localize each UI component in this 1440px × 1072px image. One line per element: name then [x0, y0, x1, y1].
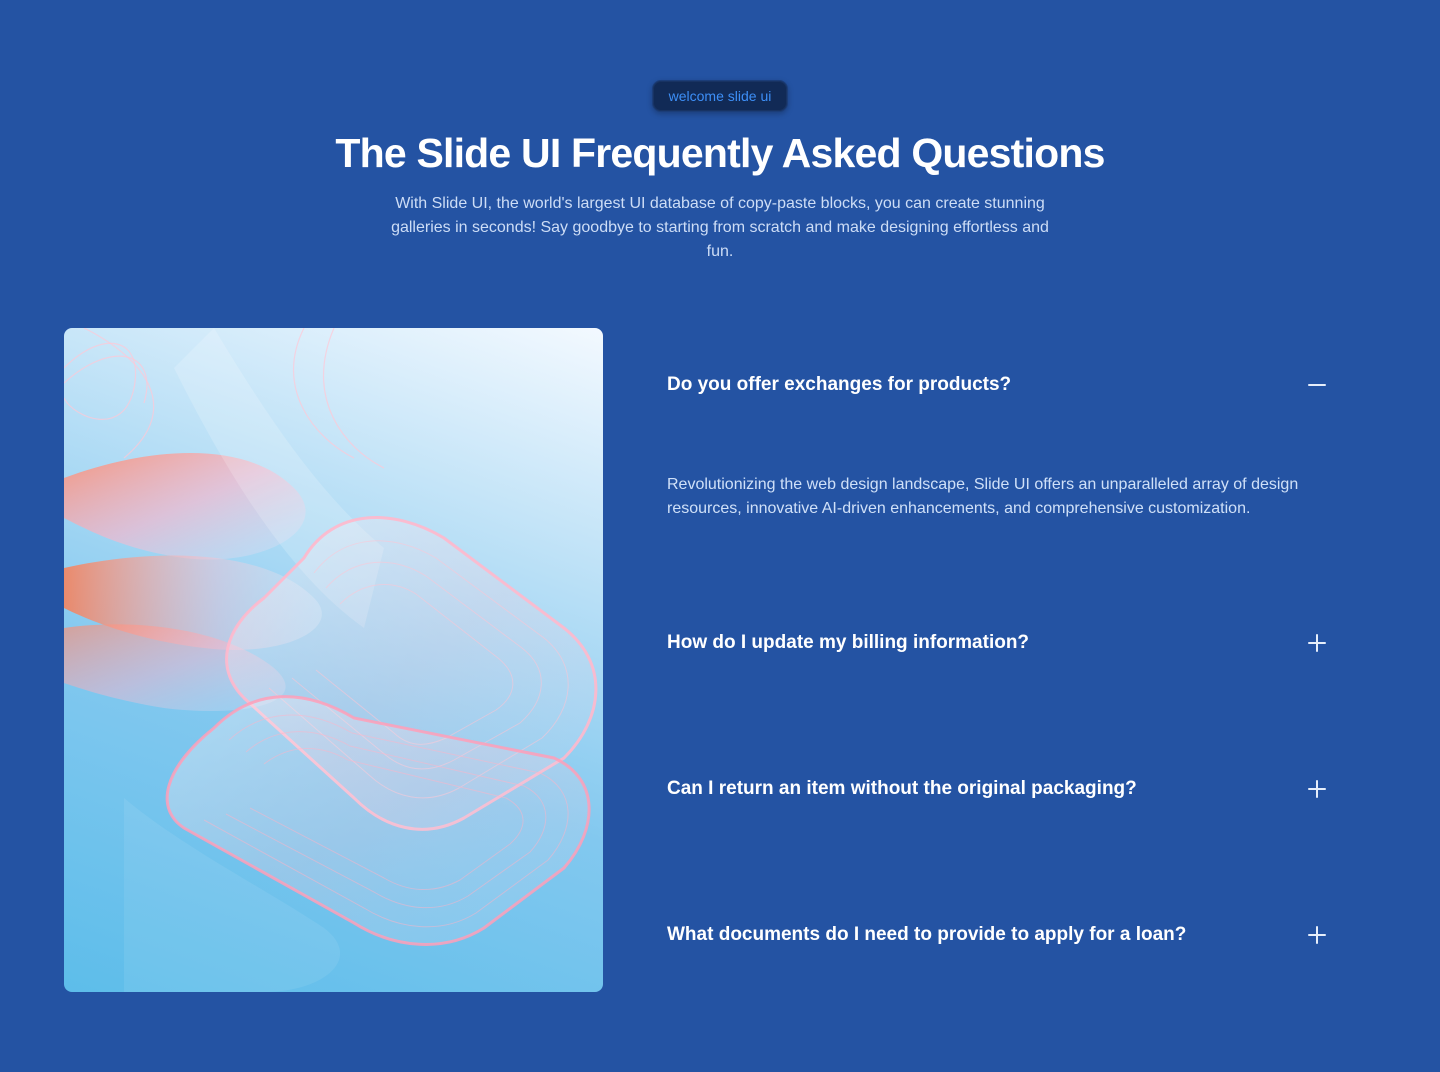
plus-icon[interactable] — [1307, 779, 1327, 799]
faq-question[interactable]: What documents do I need to provide to a… — [667, 921, 1267, 949]
plus-icon[interactable] — [1307, 925, 1327, 945]
faq-answer: Revolutionizing the web design landscape… — [667, 476, 1299, 517]
abstract-glass-illustration — [64, 328, 603, 992]
faq-item: Do you offer exchanges for products? Rev… — [667, 371, 1339, 517]
faq-item: How do I update my billing information? — [667, 629, 1339, 657]
minus-icon[interactable] — [1307, 375, 1327, 395]
welcome-badge: welcome slide ui — [652, 80, 788, 112]
page-description: With Slide UI, the world's largest UI da… — [391, 195, 1049, 260]
faq-question[interactable]: How do I update my billing information? — [667, 629, 1267, 657]
faq-item: Can I return an item without the origina… — [667, 775, 1339, 803]
page-title: The Slide UI Frequently Asked Questions — [335, 130, 1105, 176]
faq-item: What documents do I need to provide to a… — [667, 921, 1339, 949]
faq-question[interactable]: Can I return an item without the origina… — [667, 775, 1267, 803]
faq-question[interactable]: Do you offer exchanges for products? — [667, 371, 1267, 399]
plus-icon[interactable] — [1307, 633, 1327, 653]
